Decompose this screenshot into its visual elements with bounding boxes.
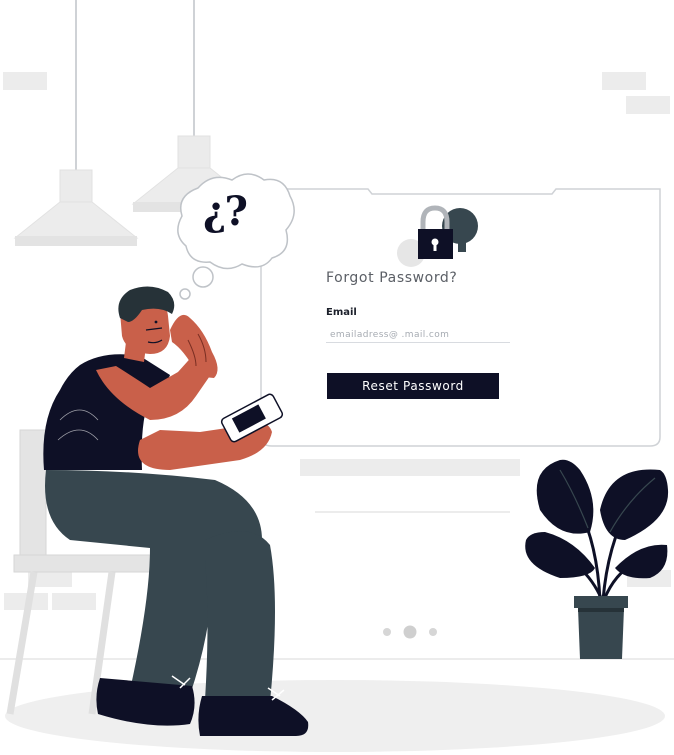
carousel-dots bbox=[383, 625, 437, 639]
question-mark-icon: ¿? bbox=[203, 188, 248, 235]
carousel-dot-active[interactable] bbox=[403, 625, 417, 639]
page-title: Forgot Password? bbox=[326, 270, 458, 286]
carousel-dot[interactable] bbox=[429, 628, 437, 636]
carousel-dot[interactable] bbox=[383, 628, 391, 636]
email-label: Email bbox=[326, 307, 357, 318]
lamp-icon bbox=[13, 0, 139, 246]
plant-icon bbox=[525, 459, 669, 659]
placeholder-bar bbox=[300, 459, 520, 476]
email-field[interactable] bbox=[326, 327, 510, 343]
reset-password-button[interactable]: Reset Password bbox=[327, 373, 499, 399]
